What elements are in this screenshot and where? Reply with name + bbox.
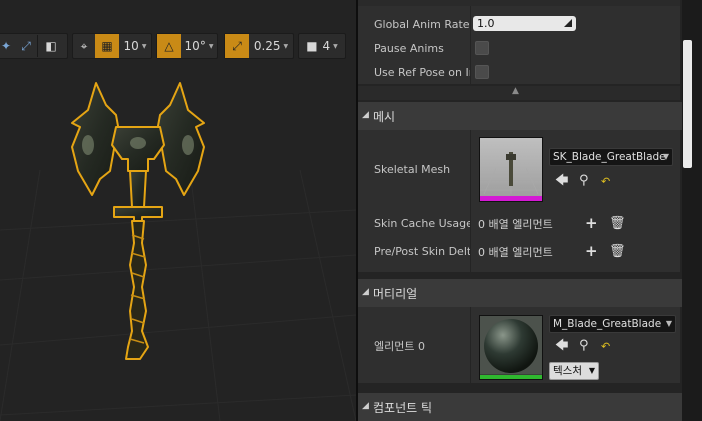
column-separator xyxy=(470,210,471,238)
angle-icon: △ xyxy=(164,39,174,53)
surface-snap-icon: ⌖ xyxy=(80,38,88,53)
pause-anims-label: Pause Anims xyxy=(374,42,444,55)
cube-icon: ◧ xyxy=(45,39,57,53)
asset-type-color-bar xyxy=(480,375,542,379)
camera-icon: ■ xyxy=(306,39,318,53)
local-world-toggle[interactable]: ◧ xyxy=(38,34,64,58)
global-anim-rate-label: Global Anim Rate S xyxy=(374,18,470,31)
collapse-arrow-icon: ◢ xyxy=(362,401,369,411)
advanced-expander[interactable]: ▲ xyxy=(358,86,680,100)
section-bottom-edge xyxy=(358,0,680,6)
trash-icon[interactable]: 🗑 xyxy=(609,245,626,258)
dropdown-arrow-icon: ▼ xyxy=(141,42,147,50)
component-tick-category-header[interactable]: ◢ 컴포넌트 틱 xyxy=(358,393,688,421)
dropdown-arrow-icon: ▼ xyxy=(333,42,338,50)
skeletal-mesh-asset-picker[interactable]: SK_Blade_GreatBlade ▼ xyxy=(549,148,673,166)
collapse-arrow-icon: ◢ xyxy=(362,287,369,297)
surface-snap-button[interactable]: ⌖ xyxy=(73,34,95,58)
dropdown-arrow-icon: ▼ xyxy=(283,42,289,50)
skin-cache-label: Skin Cache Usage xyxy=(374,217,470,230)
great-blade-mesh-preview[interactable] xyxy=(58,75,218,365)
rotation-snap-toggle[interactable]: △ xyxy=(157,34,181,58)
rotation-snap-value: 10° xyxy=(184,39,206,53)
details-scrollbar[interactable] xyxy=(682,0,702,421)
global-anim-rate-value: 1.0 xyxy=(477,17,495,30)
resize-grip-icon xyxy=(564,19,572,27)
element-0-label: 엘리먼트 0 xyxy=(374,340,425,353)
rotation-snap-value-dropdown[interactable]: 10° ▼ xyxy=(181,34,217,58)
rotation-snap-group: △ 10° ▼ xyxy=(156,33,218,59)
use-ref-pose-label: Use Ref Pose on Ini xyxy=(374,66,470,79)
mesh-category-header[interactable]: ◢ 메시 xyxy=(358,102,688,130)
scale-snap-value-dropdown[interactable]: 0.25 ▼ xyxy=(249,34,293,58)
skeletal-mesh-thumbnail[interactable] xyxy=(479,137,543,202)
browse-search-icon[interactable]: ⚲ xyxy=(579,339,589,352)
transform-toolbar: ✦ ⤢ ◧ xyxy=(0,33,68,59)
component-tick-category-title: 컴포넌트 틱 xyxy=(373,401,433,415)
skin-cache-row: Skin Cache Usage 0 배열 엘리먼트 + 🗑 xyxy=(358,210,680,238)
details-panel: Global Anim Rate S 1.0 Pause Anims Use R… xyxy=(358,0,702,421)
pre-post-skin-delta-value: 0 배열 엘리먼트 xyxy=(478,246,553,259)
expand-arrow-icon: ▲ xyxy=(512,86,519,96)
dropdown-arrow-icon: ▼ xyxy=(665,319,672,328)
viewport[interactable]: ✦ ⤢ ◧ ⌖ ▦ 10 ▼ △ 10° ▼ ⤢ 0.25 ▼ ■ 4 ▼ xyxy=(0,0,356,421)
scale-icon: ⤢ xyxy=(232,38,242,53)
textures-button-label: 텍스처 xyxy=(553,365,582,377)
column-separator xyxy=(470,238,471,272)
dropdown-arrow-icon: ▼ xyxy=(588,366,595,375)
skeletal-mesh-label: Skeletal Mesh xyxy=(374,163,451,176)
material-sphere-image xyxy=(480,316,542,374)
textures-dropdown-button[interactable]: 텍스처 ▼ xyxy=(549,362,599,380)
grid-snap-value: 10 xyxy=(123,39,139,53)
mesh-category-title: 메시 xyxy=(373,110,396,124)
material-value: M_Blade_GreatBlade xyxy=(553,318,662,330)
column-separator xyxy=(470,307,471,383)
use-selected-arrow-icon[interactable]: 🡄 xyxy=(555,174,568,187)
reset-to-default-icon[interactable]: ↶ xyxy=(601,340,610,353)
pause-anims-checkbox[interactable] xyxy=(475,41,489,55)
material-asset-picker[interactable]: M_Blade_GreatBlade ▼ xyxy=(549,315,676,333)
add-element-icon[interactable]: + xyxy=(585,216,598,231)
material-element-row: 엘리먼트 0 M_Blade_GreatBlade ▼ 🡄 ⚲ ↶ 텍스처 ▼ xyxy=(358,307,680,383)
grid-icon: ▦ xyxy=(101,39,113,53)
pre-post-skin-delta-row: Pre/Post Skin Delta 0 배열 엘리먼트 + 🗑 xyxy=(358,238,680,272)
camera-speed-group: ■ 4 ▼ xyxy=(298,33,346,59)
skeletal-mesh-value: SK_Blade_GreatBlade xyxy=(553,151,666,163)
rotate-mode-button[interactable]: ✦ xyxy=(0,34,15,58)
skeletal-mesh-row: Skeletal Mesh SK_Blade_GreatBlade ▼ 🡄 ⚲ … xyxy=(358,130,680,210)
camera-speed-value: 4 xyxy=(322,39,331,53)
reset-to-default-icon[interactable]: ↶ xyxy=(601,175,610,188)
material-category-title: 머티리얼 xyxy=(373,287,418,301)
dropdown-arrow-icon: ▼ xyxy=(208,42,214,50)
camera-speed-dropdown[interactable]: ■ 4 ▼ xyxy=(299,34,345,58)
scrollbar-thumb[interactable] xyxy=(683,40,692,168)
column-separator xyxy=(470,130,471,210)
column-separator xyxy=(470,0,471,84)
use-ref-pose-checkbox[interactable] xyxy=(475,65,489,79)
pre-post-skin-delta-label: Pre/Post Skin Delta xyxy=(374,245,470,258)
dropdown-arrow-icon: ▼ xyxy=(662,152,669,161)
asset-type-color-bar xyxy=(480,196,542,201)
mesh-thumbnail-image xyxy=(480,152,542,195)
grid-snap-toggle[interactable]: ▦ xyxy=(95,34,119,58)
anim-properties-group: Global Anim Rate S 1.0 Pause Anims Use R… xyxy=(358,0,680,84)
grid-snap-value-dropdown[interactable]: 10 ▼ xyxy=(119,34,151,58)
scale-snap-toggle[interactable]: ⤢ xyxy=(225,34,249,58)
material-thumbnail[interactable] xyxy=(479,315,543,380)
grid-snap-group: ⌖ ▦ 10 ▼ xyxy=(72,33,152,59)
add-element-icon[interactable]: + xyxy=(585,244,598,259)
trash-icon[interactable]: 🗑 xyxy=(609,217,626,230)
use-selected-arrow-icon[interactable]: 🡄 xyxy=(555,339,568,352)
collapse-arrow-icon: ◢ xyxy=(362,110,369,120)
rotate-icon: ✦ xyxy=(0,39,12,53)
global-anim-rate-input[interactable]: 1.0 xyxy=(473,16,576,31)
scale-mode-button[interactable]: ⤢ xyxy=(15,34,37,58)
scale-snap-group: ⤢ 0.25 ▼ xyxy=(224,33,294,59)
material-category-header[interactable]: ◢ 머티리얼 xyxy=(358,279,688,307)
skin-cache-value: 0 배열 엘리먼트 xyxy=(478,218,553,231)
scale-snap-value: 0.25 xyxy=(253,39,281,53)
browse-search-icon[interactable]: ⚲ xyxy=(579,174,589,187)
maximize-icon: ⤢ xyxy=(21,38,31,53)
